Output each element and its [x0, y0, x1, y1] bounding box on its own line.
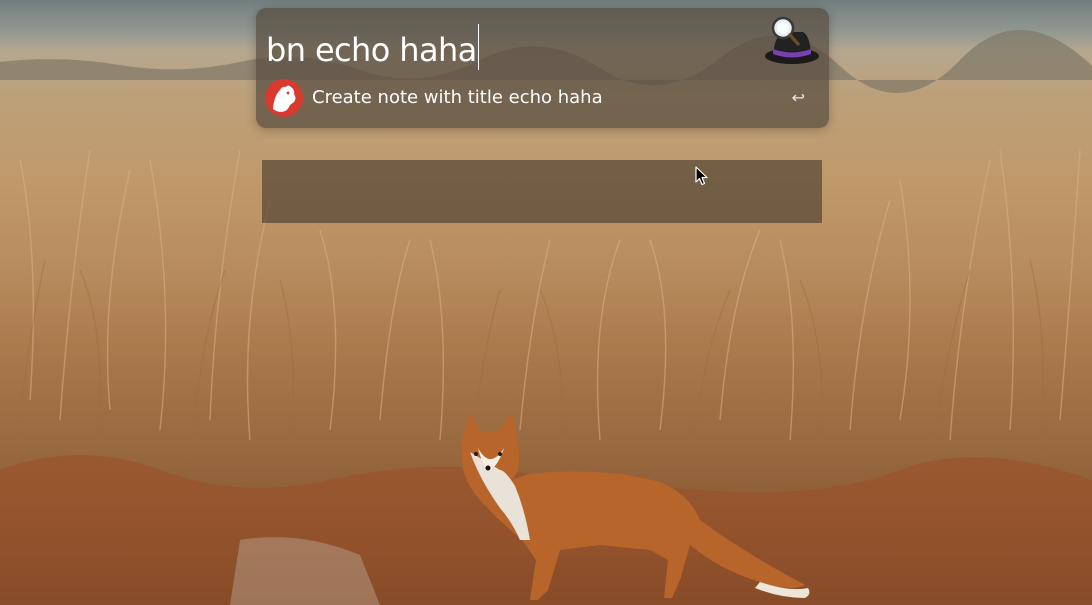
- result-title: Create note with title echo haha: [312, 87, 603, 108]
- return-key-icon: ↩: [791, 88, 805, 107]
- search-query-text: bn echo haha: [266, 31, 477, 69]
- alfred-launcher-window: bn echo haha Create note with title echo…: [256, 8, 829, 128]
- alfred-hat-icon[interactable]: [763, 16, 821, 66]
- search-query-input[interactable]: bn echo haha: [266, 24, 479, 70]
- empty-overlay-panel: [262, 160, 822, 223]
- text-caret: [477, 24, 479, 70]
- mouse-cursor-icon: [695, 166, 708, 186]
- result-item[interactable]: Create note with title echo haha ↩: [256, 76, 829, 120]
- bear-app-icon: [265, 79, 303, 117]
